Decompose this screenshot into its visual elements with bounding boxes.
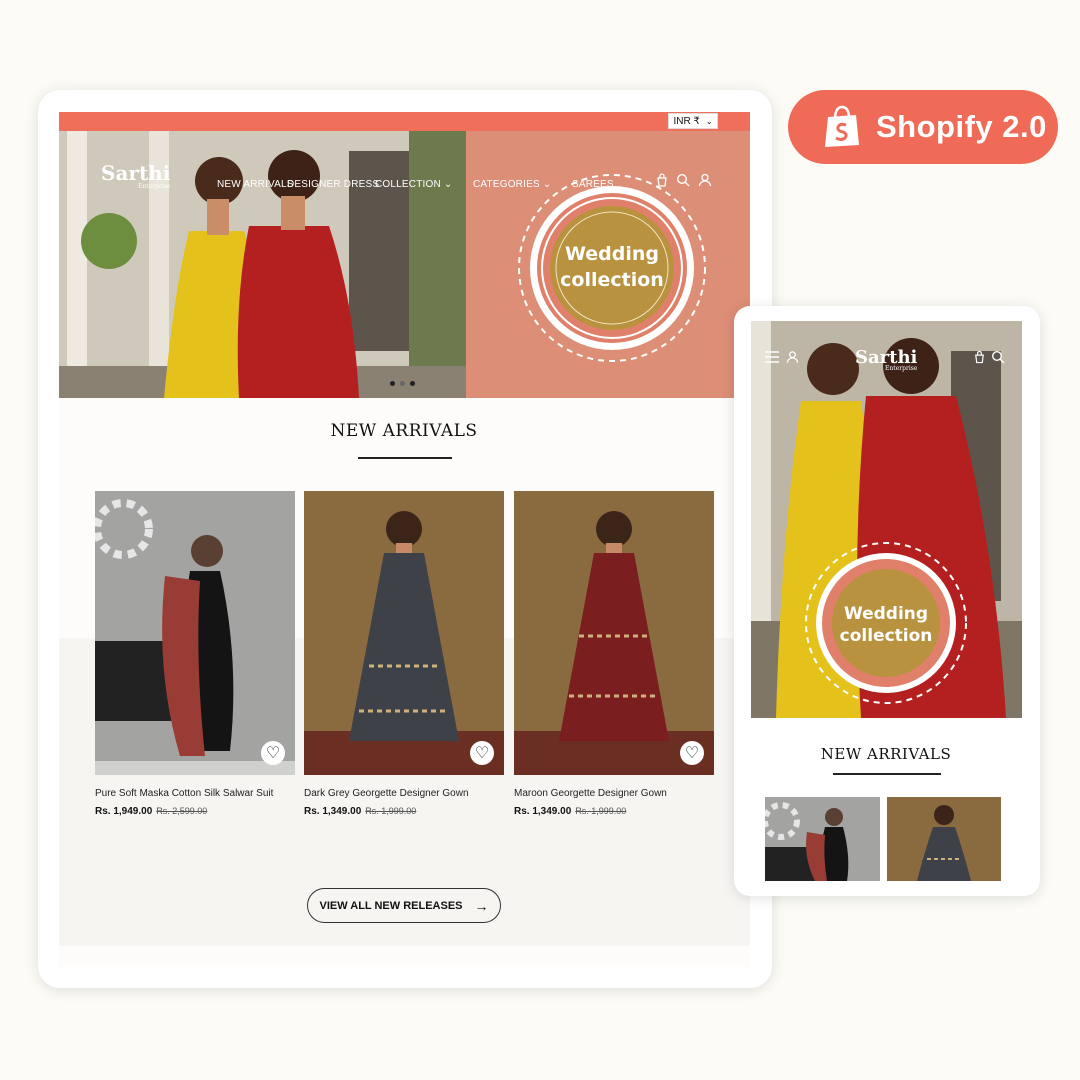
shopify-badge: Shopify 2.0 [788, 90, 1058, 164]
wishlist-heart-icon[interactable]: ♡ [470, 741, 494, 765]
announcement-bar: INR ₹ ⌄ [59, 112, 750, 131]
product-image[interactable]: ♡ [514, 491, 714, 775]
shopify-bag-icon [825, 105, 859, 147]
page-footer-strip [59, 946, 750, 967]
logo-name: Sarthi [101, 161, 171, 185]
slideshow-dots[interactable] [390, 381, 415, 386]
chevron-down-icon: ⌄ [443, 179, 453, 190]
view-all-label: VIEW ALL NEW RELEASES [319, 899, 463, 912]
mobile-product-image[interactable] [765, 797, 880, 881]
view-all-button[interactable]: VIEW ALL NEW RELEASES → [307, 888, 501, 923]
mobile-hero-title-line1: Wedding [844, 604, 928, 624]
nav-categories[interactable]: CATEGORIES ⌄ [473, 179, 551, 190]
wishlist-heart-icon[interactable]: ♡ [680, 741, 704, 765]
site-logo[interactable]: Sarthi Enterprise [101, 161, 170, 190]
product-price: Rs. 1,949.00 Rs. 2,599.00 [95, 806, 207, 817]
hero-slideshow[interactable]: Wedding collection Sarthi Enterprise NEW… [59, 131, 750, 398]
product-image[interactable]: ♡ [95, 491, 295, 775]
cart-icon[interactable] [655, 173, 669, 187]
account-icon[interactable] [698, 173, 712, 187]
price-compare: Rs. 2,599.00 [156, 806, 208, 816]
nav-new-arrivals[interactable]: NEW ARRIVALS [217, 179, 294, 190]
search-icon[interactable] [676, 173, 690, 187]
product-price: Rs. 1,349.00 Rs. 1,999.00 [304, 806, 416, 817]
price-current: Rs. 1,349.00 [304, 806, 362, 817]
mobile-hero-title-line2: collection [840, 626, 933, 646]
section-title: NEW ARRIVALS [330, 421, 478, 441]
section-title-underline [358, 457, 452, 459]
nav-designer-dress[interactable]: DESIGNER DRESS [287, 179, 379, 190]
desktop-screen: INR ₹ ⌄ Wedding collection Sarthi Enterp… [59, 112, 750, 967]
mobile-screen: Wedding collection Sarthi Enterprise NEW… [751, 321, 1022, 881]
product-price: Rs. 1,349.00 Rs. 1,999.00 [514, 806, 626, 817]
price-current: Rs. 1,949.00 [95, 806, 153, 817]
cart-icon[interactable] [973, 350, 986, 364]
product-name[interactable]: Pure Soft Maska Cotton Silk Salwar Suit [95, 788, 273, 799]
chevron-down-icon: ⌄ [542, 179, 552, 190]
nav-sarees[interactable]: SAREES [572, 179, 614, 190]
nav-collection-label: COLLECTION [375, 179, 441, 190]
wishlist-heart-icon[interactable]: ♡ [261, 741, 285, 765]
slide-dot[interactable] [410, 381, 415, 386]
badge-label: Shopify 2.0 [876, 109, 1047, 144]
menu-icon[interactable] [765, 351, 779, 363]
mobile-title-underline [833, 773, 941, 775]
product-name[interactable]: Maroon Georgette Designer Gown [514, 788, 667, 799]
nav-collection[interactable]: COLLECTION ⌄ [375, 179, 452, 190]
product-image[interactable]: ♡ [304, 491, 504, 775]
nav-categories-label: CATEGORIES [473, 179, 540, 190]
mobile-product-image[interactable] [887, 797, 1001, 881]
product-name[interactable]: Dark Grey Georgette Designer Gown [304, 788, 469, 799]
search-icon[interactable] [991, 350, 1005, 364]
slide-dot[interactable] [400, 381, 405, 386]
currency-selector[interactable]: INR ₹ ⌄ [668, 113, 718, 129]
currency-label: INR ₹ [673, 115, 700, 127]
mobile-hero[interactable]: Wedding collection Sarthi Enterprise [751, 321, 1022, 718]
hero-title-line1: Wedding [565, 243, 659, 265]
account-icon[interactable] [786, 350, 799, 364]
slide-dot[interactable] [390, 381, 395, 386]
price-compare: Rs. 1,999.00 [365, 806, 417, 816]
price-compare: Rs. 1,999.00 [575, 806, 627, 816]
price-current: Rs. 1,349.00 [514, 806, 572, 817]
chevron-down-icon: ⌄ [705, 116, 713, 126]
mobile-section-title: NEW ARRIVALS [820, 745, 952, 763]
arrow-right-icon: → [474, 897, 489, 914]
mobile-site-logo[interactable]: Sarthi Enterprise [855, 347, 917, 372]
hero-title-line2: collection [560, 269, 664, 291]
hero-banner: Wedding collection [466, 131, 750, 398]
